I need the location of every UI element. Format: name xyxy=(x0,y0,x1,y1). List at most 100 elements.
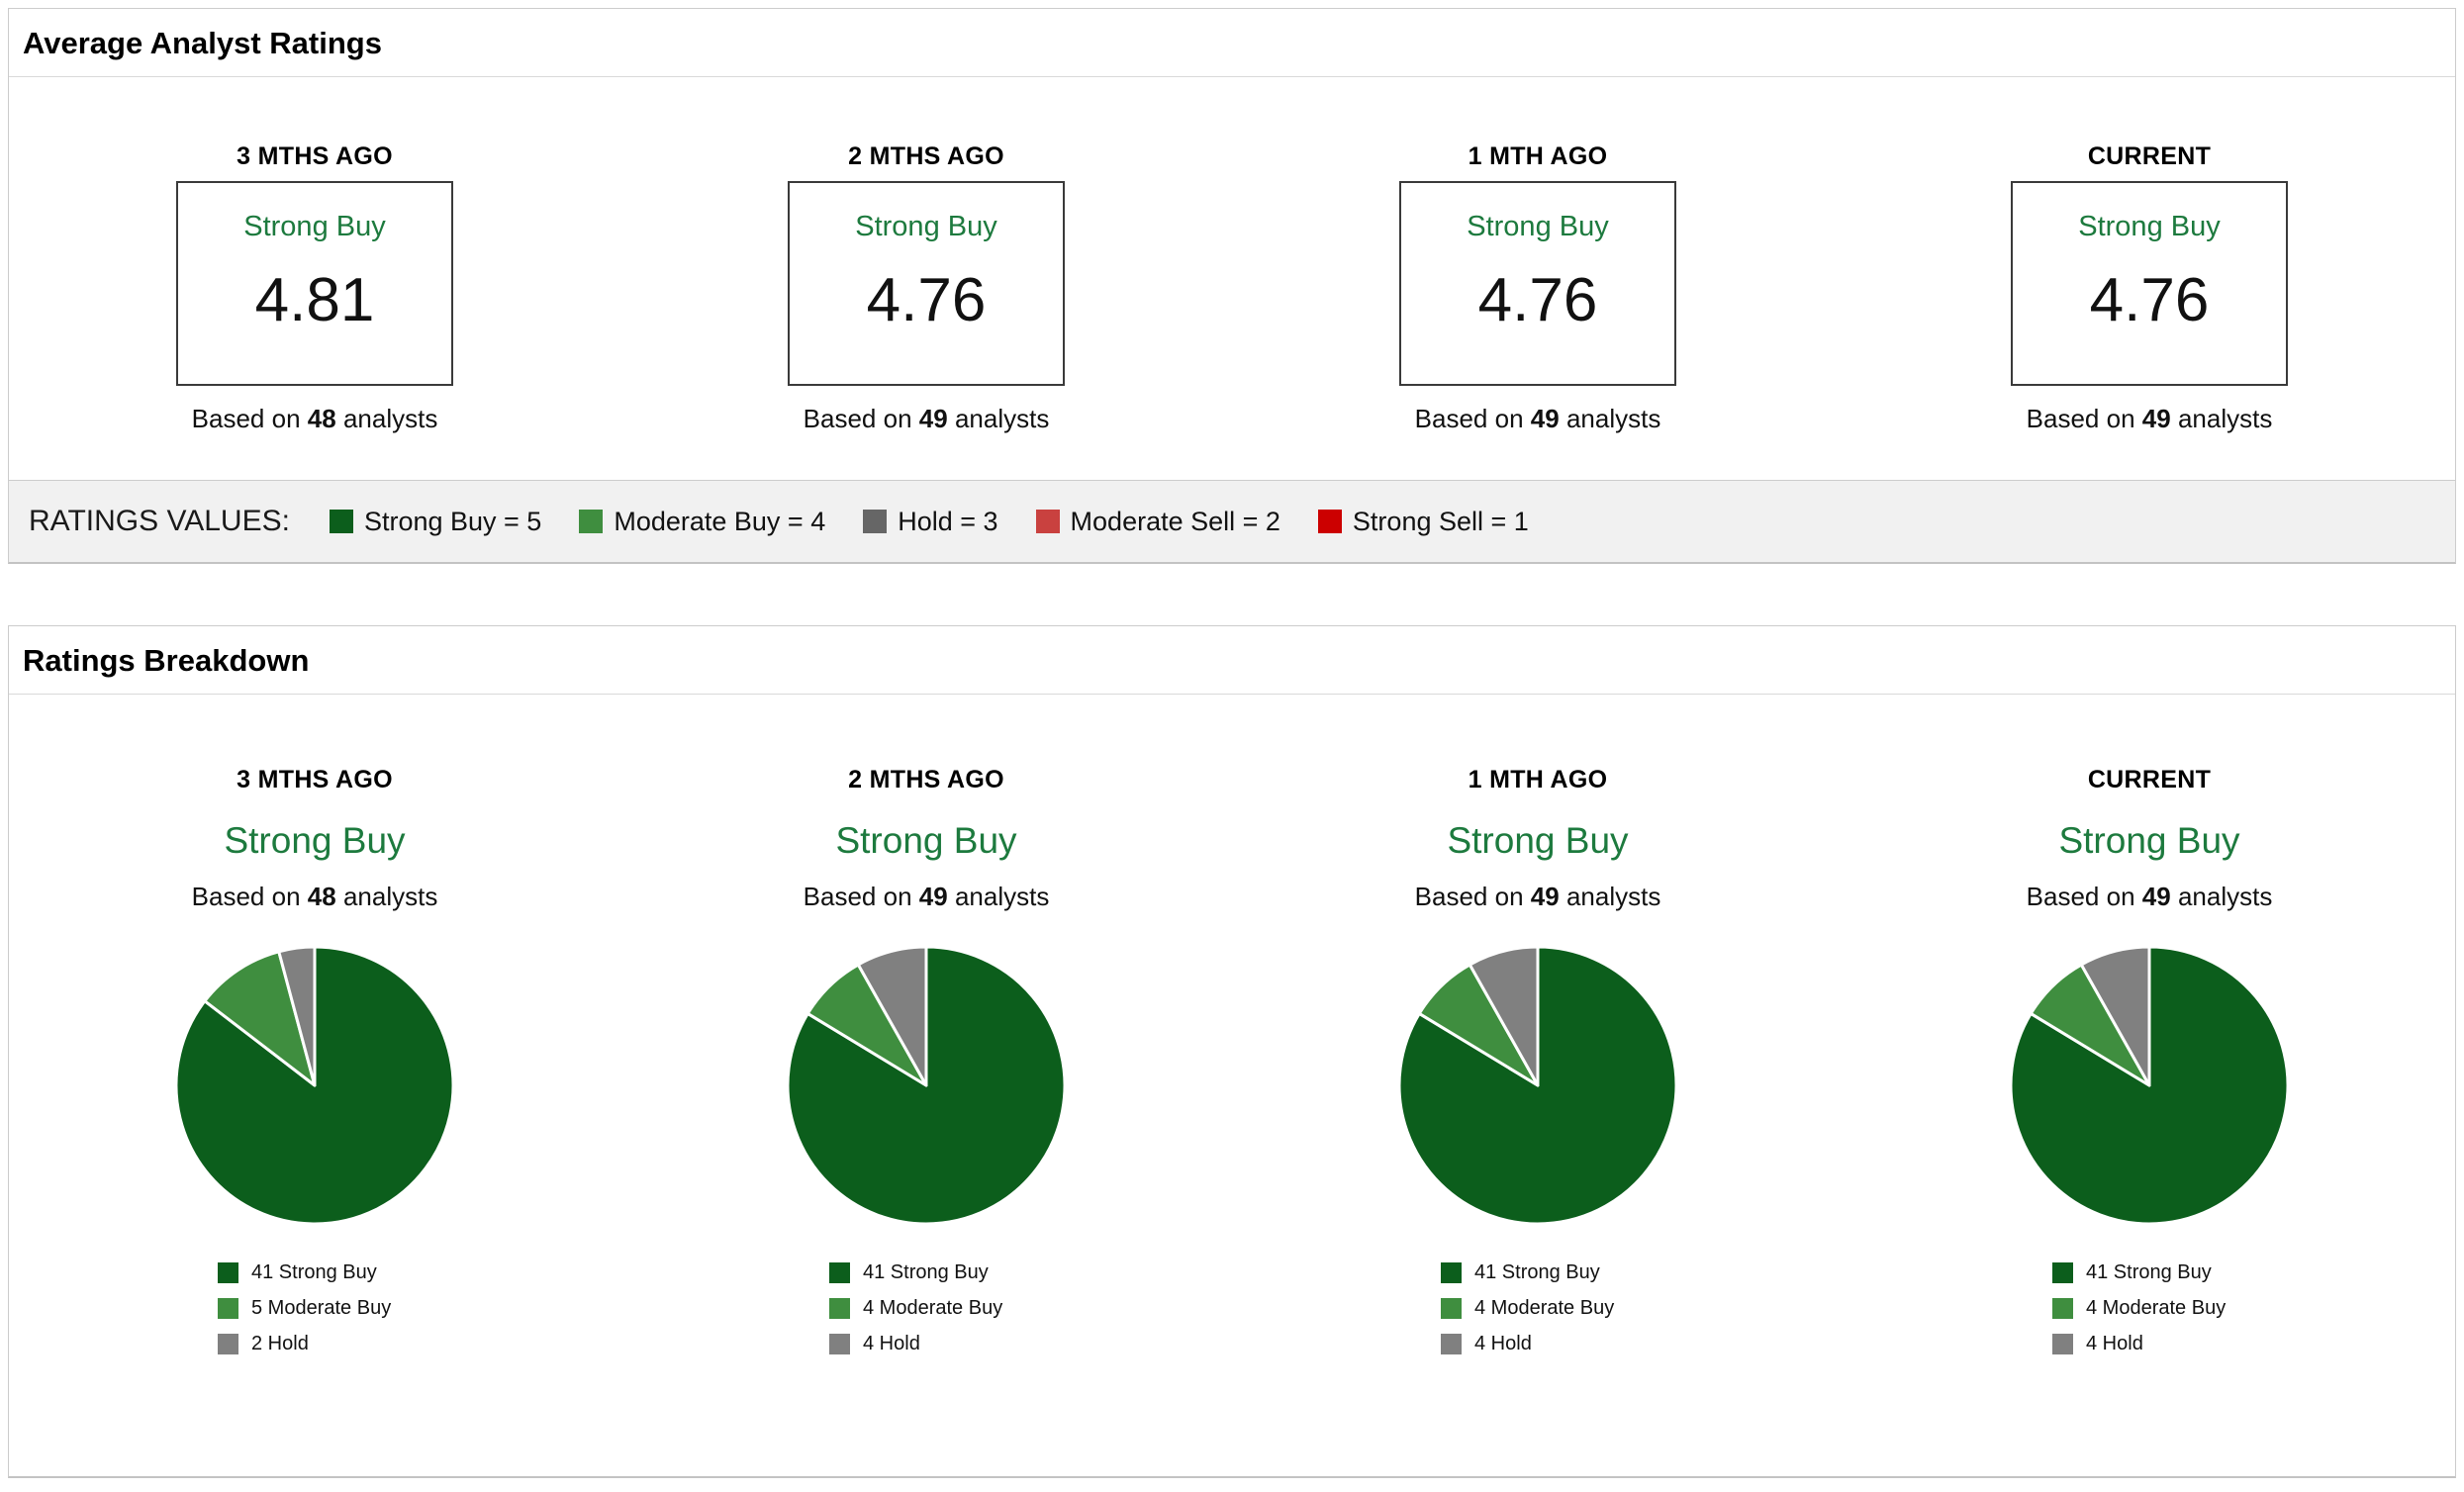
based-on-prefix: Based on xyxy=(1415,404,1524,433)
legend-item-strong-buy: Strong Buy = 5 xyxy=(330,507,541,537)
period-label: 2 MTHS AGO xyxy=(848,142,1004,171)
avg-column-current: CURRENT Strong Buy 4.76 Based on 49 anal… xyxy=(1844,142,2455,434)
avg-column-2mths: 2 MTHS AGO Strong Buy 4.76 Based on 49 a… xyxy=(620,142,1232,434)
consensus-rating: Strong Buy xyxy=(855,211,996,243)
consensus-rating: Strong Buy xyxy=(224,820,405,862)
legend-text: Hold = 3 xyxy=(898,507,997,537)
based-on-suffix: analysts xyxy=(343,404,437,433)
based-on-analysts: Based on 49 analysts xyxy=(1415,882,1661,912)
pie-chart-wrap xyxy=(171,942,458,1234)
based-on-suffix: analysts xyxy=(955,882,1049,911)
panel-header: Average Analyst Ratings xyxy=(9,9,2455,77)
legend-swatch xyxy=(829,1334,850,1354)
period-label: CURRENT xyxy=(2088,142,2211,171)
pie-legend-row: 2 Hold xyxy=(218,1333,412,1355)
legend-text: 41 Strong Buy xyxy=(1474,1261,1600,1284)
legend-item-moderate-sell: Moderate Sell = 2 xyxy=(1036,507,1280,537)
pie-chart-wrap xyxy=(783,942,1070,1234)
score-box: Strong Buy 4.76 xyxy=(2011,181,2288,386)
pie-legend: 41 Strong Buy 4 Moderate Buy 4 Hold xyxy=(1441,1261,1635,1368)
ratings-values-label: RATINGS VALUES: xyxy=(29,505,290,538)
pie-legend-row: 4 Moderate Buy xyxy=(2052,1297,2246,1320)
pie-legend: 41 Strong Buy 5 Moderate Buy 2 Hold xyxy=(218,1261,412,1368)
breakdown-column-current: CURRENT Strong Buy Based on 49 analysts … xyxy=(1844,766,2455,1368)
consensus-rating: Strong Buy xyxy=(1447,820,1628,862)
analyst-count: 49 xyxy=(1531,404,1560,433)
legend-swatch xyxy=(579,510,603,533)
based-on-prefix: Based on xyxy=(804,404,912,433)
consensus-rating: Strong Buy xyxy=(1467,211,1608,243)
pie-legend-row: 4 Hold xyxy=(2052,1333,2246,1355)
pie-legend-row: 4 Moderate Buy xyxy=(1441,1297,1635,1320)
legend-item-strong-sell: Strong Sell = 1 xyxy=(1318,507,1529,537)
consensus-rating: Strong Buy xyxy=(2058,820,2239,862)
based-on-analysts: Based on 48 analysts xyxy=(192,404,438,434)
legend-text: 41 Strong Buy xyxy=(2086,1261,2212,1284)
legend-swatch xyxy=(1441,1298,1462,1319)
legend-swatch xyxy=(2052,1262,2073,1283)
period-label: 3 MTHS AGO xyxy=(237,766,393,794)
average-score: 4.76 xyxy=(1478,265,1598,335)
pie-chart xyxy=(783,942,1070,1229)
period-label: 3 MTHS AGO xyxy=(237,142,393,171)
based-on-prefix: Based on xyxy=(2027,404,2135,433)
based-on-analysts: Based on 49 analysts xyxy=(1415,404,1661,434)
breakdown-column-1mth: 1 MTH AGO Strong Buy Based on 49 analyst… xyxy=(1232,766,1844,1368)
pie-legend-row: 41 Strong Buy xyxy=(218,1261,412,1284)
average-ratings-row: 3 MTHS AGO Strong Buy 4.81 Based on 48 a… xyxy=(9,77,2455,480)
ratings-values-items: Strong Buy = 5 Moderate Buy = 4 Hold = 3… xyxy=(330,507,1529,537)
legend-swatch xyxy=(1441,1262,1462,1283)
pie-chart xyxy=(171,942,458,1229)
based-on-analysts: Based on 48 analysts xyxy=(192,882,438,912)
pie-legend-row: 41 Strong Buy xyxy=(1441,1261,1635,1284)
based-on-analysts: Based on 49 analysts xyxy=(2027,882,2273,912)
legend-swatch xyxy=(330,510,353,533)
average-analyst-ratings-panel: Average Analyst Ratings 3 MTHS AGO Stron… xyxy=(8,8,2456,564)
consensus-rating: Strong Buy xyxy=(2078,211,2220,243)
based-on-suffix: analysts xyxy=(343,882,437,911)
legend-swatch xyxy=(863,510,887,533)
pie-legend-row: 41 Strong Buy xyxy=(2052,1261,2246,1284)
analyst-count: 49 xyxy=(2142,882,2171,911)
legend-text: 4 Moderate Buy xyxy=(2086,1297,2226,1320)
pie-chart-wrap xyxy=(2006,942,2293,1234)
based-on-suffix: analysts xyxy=(2178,404,2272,433)
legend-text: 4 Moderate Buy xyxy=(863,1297,1002,1320)
legend-text: 5 Moderate Buy xyxy=(251,1297,391,1320)
legend-item-moderate-buy: Moderate Buy = 4 xyxy=(579,507,825,537)
legend-swatch xyxy=(829,1298,850,1319)
avg-column-1mth: 1 MTH AGO Strong Buy 4.76 Based on 49 an… xyxy=(1232,142,1844,434)
based-on-prefix: Based on xyxy=(192,882,301,911)
pie-legend-row: 4 Moderate Buy xyxy=(829,1297,1023,1320)
legend-swatch xyxy=(218,1334,238,1354)
pie-chart xyxy=(1394,942,1681,1229)
legend-text: Moderate Buy = 4 xyxy=(614,507,825,537)
analyst-count: 49 xyxy=(919,404,948,433)
based-on-analysts: Based on 49 analysts xyxy=(804,882,1050,912)
legend-swatch xyxy=(829,1262,850,1283)
ratings-breakdown-panel: Ratings Breakdown 3 MTHS AGO Strong Buy … xyxy=(8,625,2456,1478)
based-on-analysts: Based on 49 analysts xyxy=(804,404,1050,434)
legend-text: 4 Hold xyxy=(863,1333,920,1355)
score-box: Strong Buy 4.76 xyxy=(788,181,1065,386)
legend-text: Strong Buy = 5 xyxy=(364,507,541,537)
panel-title: Ratings Breakdown xyxy=(23,643,2441,679)
legend-text: 41 Strong Buy xyxy=(251,1261,377,1284)
legend-swatch xyxy=(1441,1334,1462,1354)
ratings-values-legend: RATINGS VALUES: Strong Buy = 5 Moderate … xyxy=(9,480,2455,562)
pie-legend-row: 5 Moderate Buy xyxy=(218,1297,412,1320)
based-on-suffix: analysts xyxy=(955,404,1049,433)
average-score: 4.81 xyxy=(255,265,375,335)
based-on-prefix: Based on xyxy=(804,882,912,911)
panel-header: Ratings Breakdown xyxy=(9,626,2455,695)
legend-swatch xyxy=(1036,510,1060,533)
analyst-count: 48 xyxy=(308,404,336,433)
based-on-suffix: analysts xyxy=(2178,882,2272,911)
based-on-analysts: Based on 49 analysts xyxy=(2027,404,2273,434)
legend-swatch xyxy=(2052,1334,2073,1354)
based-on-suffix: analysts xyxy=(1566,404,1660,433)
breakdown-column-3mths: 3 MTHS AGO Strong Buy Based on 48 analys… xyxy=(9,766,620,1368)
consensus-rating: Strong Buy xyxy=(835,820,1016,862)
legend-swatch xyxy=(218,1298,238,1319)
legend-text: Strong Sell = 1 xyxy=(1353,507,1529,537)
